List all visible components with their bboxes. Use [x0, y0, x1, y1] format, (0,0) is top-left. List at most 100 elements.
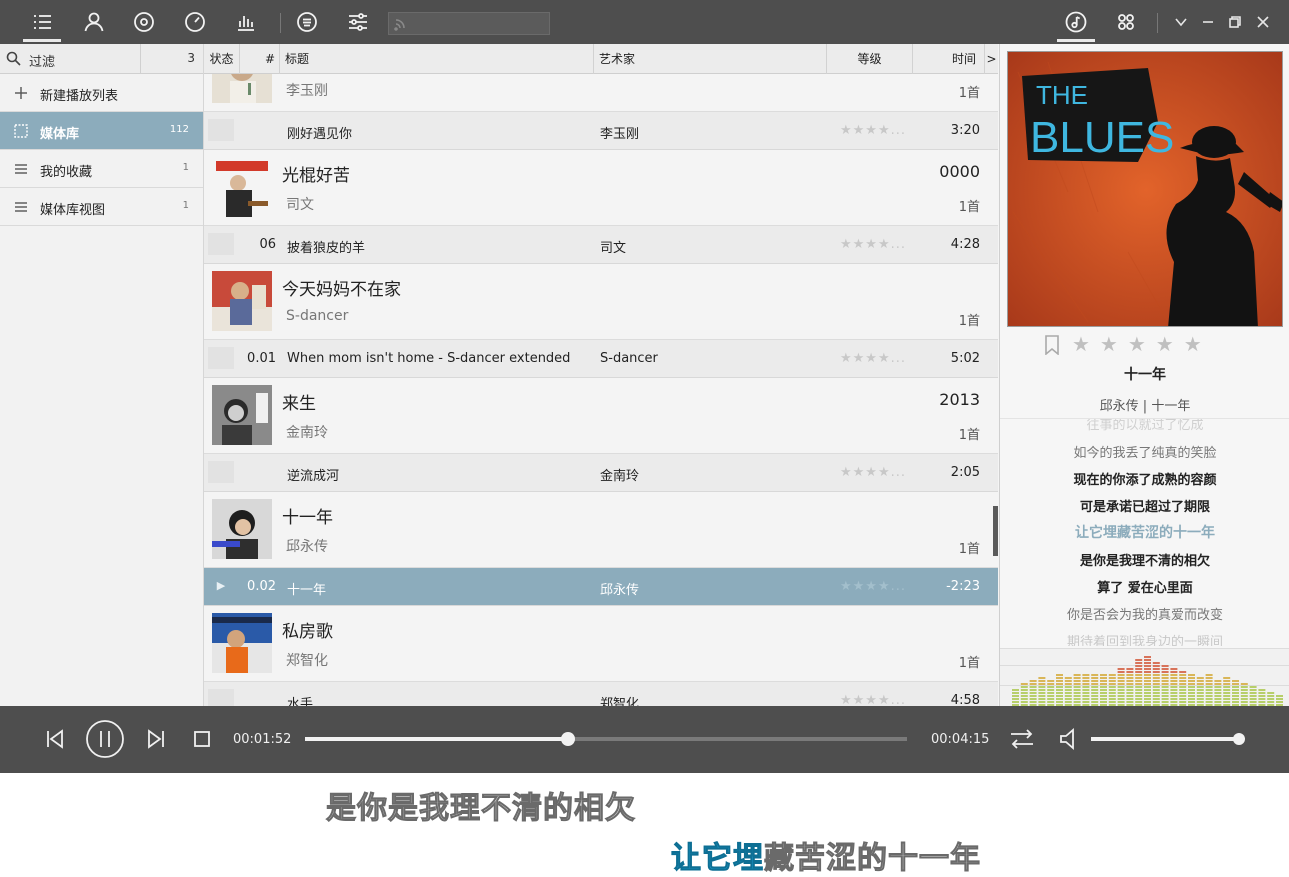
album-group-header[interactable]: 来生 金南玲 2013 1首: [204, 378, 998, 454]
maximize-button[interactable]: [1224, 10, 1246, 34]
spectrum-bar-segment: [1047, 698, 1055, 700]
close-button[interactable]: [1252, 10, 1274, 34]
spectrum-bar-segment: [1108, 677, 1116, 679]
spectrum-bar-segment: [1091, 680, 1099, 682]
table-row[interactable]: 06 披着狼皮的羊 司文 ★★★★... 4:28: [204, 226, 998, 264]
spectrum-bar-segment: [1205, 689, 1213, 691]
column-title[interactable]: 标题: [280, 44, 594, 74]
artist-view-button[interactable]: [69, 0, 119, 44]
menu-button[interactable]: [282, 0, 332, 44]
track-rating[interactable]: ★★★★...: [840, 351, 906, 366]
album-group-header[interactable]: 光棍好苦 司文 0000 1首: [204, 150, 998, 226]
desktop-lyric-sung: 让它埋: [671, 841, 764, 877]
total-time: 00:04:15: [931, 732, 990, 747]
desktop-lyric-line-1[interactable]: 是你是我理不清的相欠: [326, 783, 636, 827]
spectrum-bar-segment: [1135, 674, 1143, 676]
seek-bar-handle[interactable]: [561, 732, 576, 746]
filter-bar[interactable]: 过滤 3: [0, 44, 203, 74]
sidebar-item-library[interactable]: 媒体库 112: [0, 112, 203, 150]
column-status[interactable]: 状态: [204, 44, 240, 74]
spectrum-bar-segment: [1100, 698, 1107, 700]
spectrum-bar-segment: [1020, 695, 1028, 697]
spectrum-bar-segment: [1214, 686, 1222, 688]
library-icon: [14, 124, 28, 138]
spectrum-bar-segment: [1082, 698, 1090, 700]
now-playing-view-button[interactable]: [1051, 0, 1101, 44]
spectrum-bar-segment: [1135, 665, 1143, 667]
spectrum-bar-segment: [1117, 671, 1125, 673]
column-time[interactable]: 时间: [913, 44, 985, 74]
previous-button[interactable]: [44, 728, 66, 754]
spectrum-bar-segment: [1135, 692, 1143, 694]
spectrum-bar-segment: [1240, 701, 1248, 703]
spectrum-bar-segment: [1161, 665, 1169, 667]
explore-button[interactable]: [170, 0, 220, 44]
track-rating[interactable]: ★★★★...: [840, 693, 906, 706]
album-year: 0000: [939, 162, 980, 181]
spectrum-bar-segment: [1179, 686, 1187, 688]
table-row[interactable]: 水手 郑智化 ★★★★... 4:58: [204, 682, 998, 706]
settings-button[interactable]: [333, 0, 383, 44]
column-rating[interactable]: 等级: [827, 44, 913, 74]
album-group-header[interactable]: 十一年 邱永传 1首: [204, 492, 998, 568]
spectrum-bar-segment: [1188, 686, 1195, 688]
column-number[interactable]: #: [240, 44, 280, 74]
mini-mode-button[interactable]: [1101, 0, 1151, 44]
sidebar-item-favorites[interactable]: 我的收藏 1: [0, 150, 203, 188]
spectrum-bar-segment: [1082, 692, 1090, 694]
album-group-header[interactable]: 今天妈妈不在家 S-dancer 1首: [204, 264, 998, 340]
equalizer-button[interactable]: [221, 0, 271, 44]
album-group-header[interactable]: 李玉刚 1首: [204, 74, 998, 112]
repeat-mode-button[interactable]: [1009, 727, 1035, 755]
scrollbar-thumb[interactable]: [993, 506, 998, 556]
spectrum-bar-segment: [1170, 686, 1178, 688]
sidebar-item-library-views[interactable]: 媒体库视图 1: [0, 188, 203, 226]
table-row-playing[interactable]: ▶ 0.02 十一年 邱永传 ★★★★... -2:23: [204, 568, 998, 606]
table-row[interactable]: 逆流成河 金南玲 ★★★★... 2:05: [204, 454, 998, 492]
disc-icon: [134, 12, 154, 32]
spectrum-bar-segment: [1267, 692, 1275, 694]
track-rating[interactable]: ★★★★...: [840, 123, 906, 138]
track-rating[interactable]: ★★★★...: [840, 579, 906, 594]
track-rating[interactable]: ★★★★...: [840, 465, 906, 480]
playlist-view-button[interactable]: [17, 0, 67, 44]
table-row[interactable]: 刚好遇见你 李玉刚 ★★★★... 3:20: [204, 112, 998, 150]
bookmark-icon[interactable]: [1044, 335, 1060, 356]
spectrum-bar-segment: [1232, 680, 1239, 682]
desktop-lyric-line-2[interactable]: 让它埋藏苦涩的十一年: [671, 833, 981, 877]
volume-slider-handle[interactable]: [1233, 733, 1245, 745]
seek-bar[interactable]: [305, 732, 907, 746]
spectrum-bar-segment: [1161, 689, 1169, 691]
spectrum-bar-segment: [1205, 701, 1213, 703]
next-button[interactable]: [145, 728, 167, 754]
lyrics-panel[interactable]: 往事的以就过了忆成 如今的我丢了纯真的笑脸 现在的你添了成熟的容颜 可是承诺已超…: [1000, 418, 1289, 646]
spectrum-bar-segment: [1152, 692, 1160, 694]
restore-icon: [1229, 16, 1241, 28]
rating-stars[interactable]: ★★★★★: [1072, 332, 1212, 356]
track-rating[interactable]: ★★★★...: [840, 237, 906, 252]
column-artist[interactable]: 艺术家: [594, 44, 827, 74]
spectrum-bar-segment: [1196, 701, 1204, 703]
volume-slider[interactable]: [1091, 733, 1245, 745]
spectrum-bar-segment: [1161, 677, 1169, 679]
table-row[interactable]: 0.01 When mom isn't home - S-dancer exte…: [204, 340, 998, 378]
spectrum-bar-segment: [1258, 695, 1266, 697]
column-more-button[interactable]: >: [985, 44, 998, 74]
minimize-button[interactable]: [1197, 10, 1219, 34]
spectrum-bar-segment: [1240, 692, 1248, 694]
spectrum-bar-segment: [1100, 683, 1107, 685]
spectrum-bar-segment: [1047, 689, 1055, 691]
sidebar-item-new-playlist[interactable]: 新建播放列表: [0, 74, 203, 112]
album-group-header[interactable]: 私房歌 郑智化 1首: [204, 606, 998, 682]
spectrum-bar-segment: [1179, 677, 1187, 679]
spectrum-bar-segment: [1108, 701, 1116, 703]
mute-button[interactable]: [1057, 727, 1079, 755]
spectrum-bar-segment: [1276, 698, 1283, 700]
pause-button[interactable]: [85, 719, 125, 763]
album-view-button[interactable]: [119, 0, 169, 44]
search-input[interactable]: [388, 12, 550, 35]
collapse-button[interactable]: [1170, 10, 1192, 34]
stop-button[interactable]: [192, 729, 212, 753]
volume-slider-fill: [1091, 737, 1239, 741]
elapsed-time: 00:01:52: [233, 732, 292, 747]
